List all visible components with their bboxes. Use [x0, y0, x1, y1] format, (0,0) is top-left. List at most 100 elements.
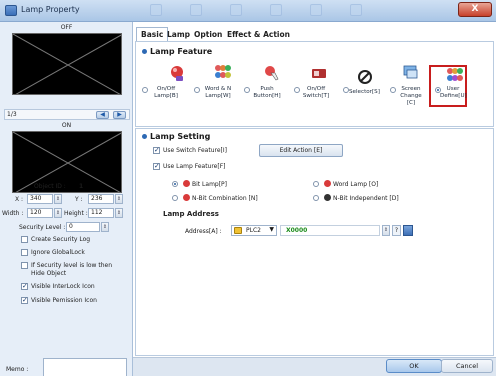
visible-permission-checkbox[interactable]: [21, 296, 28, 304]
height-input[interactable]: 112: [88, 208, 114, 218]
security-level-spinner[interactable]: ⇕: [101, 222, 109, 232]
onoff-switch-icon: [312, 69, 326, 78]
ignore-globallock-checkbox[interactable]: [21, 249, 28, 256]
screen-change-icon: [403, 65, 418, 79]
screen-change-label: Screen Change [C]: [400, 86, 422, 106]
nbit-combination-icon: [183, 194, 190, 201]
object-id-label: Object ID :: [34, 183, 66, 190]
security-level-label: Security Level :: [19, 224, 66, 231]
bit-lamp-label: Bit Lamp[P]: [192, 181, 228, 188]
use-switch-feature-label: Use Switch Feature[I]: [163, 147, 227, 154]
use-lamp-feature-checkbox[interactable]: [153, 162, 160, 170]
next-state-button[interactable]: ▶: [113, 111, 126, 119]
word-lamp-icon: [215, 65, 231, 78]
onoff-lamp-icon: [171, 66, 183, 81]
bullet-icon: [142, 134, 147, 139]
address-browse-icon[interactable]: [403, 225, 413, 236]
hide-object-label: If Security level is low then: [31, 262, 113, 269]
create-security-log-label: Create Security Log: [31, 236, 91, 243]
use-switch-feature-checkbox[interactable]: [153, 146, 160, 154]
toolbar-ghost-icon: [270, 4, 282, 16]
plc-icon: [234, 227, 242, 234]
toolbar-ghost-icon: [350, 4, 362, 16]
off-preview[interactable]: [12, 33, 122, 95]
memo-label: Memo :: [6, 366, 29, 373]
x-spinner[interactable]: ⇕: [54, 194, 62, 204]
y-label: Y :: [75, 196, 83, 203]
address-spinner[interactable]: ⇕: [382, 225, 390, 236]
radio-word-lamp-type[interactable]: [313, 181, 319, 187]
lamp-address-heading: Lamp Address: [163, 210, 219, 218]
edit-action-button[interactable]: Edit Action [E]: [259, 144, 343, 157]
off-label: OFF: [60, 24, 73, 31]
bullet-icon: [142, 49, 147, 54]
visible-interlock-label: Visible InterLock Icon: [31, 283, 95, 290]
hide-object-label-line2: Hide Object: [31, 270, 67, 277]
plc-value: PLC2: [246, 227, 261, 234]
address-label: Address[A] :: [185, 228, 222, 235]
push-button-icon: [265, 66, 279, 81]
radio-onoff-lamp[interactable]: [142, 87, 148, 93]
y-spinner[interactable]: ⇕: [115, 194, 123, 204]
user-define-icon: [447, 68, 463, 81]
object-id-value: 1: [79, 183, 84, 190]
memo-input[interactable]: [43, 358, 127, 376]
use-lamp-feature-label: Use Lamp Feature[F]: [163, 163, 226, 170]
user-define-label: User Define[U]: [440, 86, 467, 99]
address-help-icon[interactable]: ?: [392, 225, 401, 236]
selector-label: Selector[S]: [349, 89, 380, 95]
x-label: X :: [15, 196, 24, 203]
ignore-globallock-label: Ignore GlobalLock: [31, 249, 85, 256]
nbit-independent-icon: [324, 194, 331, 201]
address-input[interactable]: X0000: [280, 225, 380, 236]
width-spinner[interactable]: ⇕: [54, 208, 62, 218]
width-input[interactable]: 120: [27, 208, 53, 218]
y-input[interactable]: 236: [88, 194, 114, 204]
page-navigator: 1/3 ◀ ▶: [4, 109, 130, 120]
on-preview[interactable]: [12, 131, 122, 193]
lamp-feature-heading: Lamp Feature: [142, 47, 212, 56]
radio-nbit-combination[interactable]: [172, 195, 178, 201]
tab-option[interactable]: Option: [190, 28, 226, 41]
lamp-setting-heading: Lamp Setting: [142, 132, 210, 141]
hide-object-checkbox[interactable]: [21, 262, 28, 269]
bit-lamp-icon: [183, 180, 190, 187]
close-button[interactable]: X: [458, 2, 492, 17]
onoff-lamp-label: On/Off Lamp[B]: [154, 86, 178, 99]
word-lamp-type-label: Word Lamp [O]: [333, 181, 379, 188]
left-panel: OFF 1/3 ◀ ▶ ON Object ID : 1 X : 340 ⇕ Y…: [0, 22, 133, 376]
height-spinner[interactable]: ⇕: [115, 208, 123, 218]
radio-nbit-independent[interactable]: [313, 195, 319, 201]
tab-effect-action[interactable]: Effect & Action: [223, 28, 294, 41]
page-counter: 1/3: [7, 111, 17, 118]
nbit-combination-label: N-Bit Combination [N]: [192, 195, 258, 202]
x-input[interactable]: 340: [27, 194, 53, 204]
create-security-log-checkbox[interactable]: [21, 236, 28, 243]
toolbar-ghost-icon: [230, 4, 242, 16]
chevron-down-icon: ▼: [269, 226, 274, 233]
push-button-label: Push Button[H]: [253, 86, 281, 99]
window-title: Lamp Property: [21, 5, 80, 14]
nbit-independent-label: N-Bit Independent [D]: [333, 195, 399, 202]
visible-permission-label: Visible Pemission Icon: [31, 297, 97, 304]
address-value: X0000: [286, 227, 308, 234]
visible-interlock-checkbox[interactable]: [21, 282, 28, 290]
word-lamp-label: Word & N Lamp[W]: [204, 86, 232, 99]
word-lamp-type-icon: [324, 180, 331, 187]
toolbar-ghost-icon: [150, 4, 162, 16]
cancel-button[interactable]: Cancel: [441, 359, 493, 373]
selector-icon: [358, 70, 372, 84]
on-label: ON: [61, 122, 72, 129]
toolbar-ghost-icon: [190, 4, 202, 16]
ok-button[interactable]: OK: [386, 359, 442, 373]
security-level-input[interactable]: 0: [66, 222, 100, 232]
plc-dropdown[interactable]: PLC2 ▼: [231, 225, 277, 236]
height-label: Height :: [64, 210, 88, 217]
radio-word-lamp[interactable]: [194, 87, 200, 93]
title-bar: Lamp Property X: [0, 0, 496, 22]
radio-push-button[interactable]: [244, 87, 250, 93]
toolbar-ghost-icon: [310, 4, 322, 16]
width-label: Width :: [2, 210, 24, 217]
prev-state-button[interactable]: ◀: [96, 111, 109, 119]
radio-bit-lamp[interactable]: [172, 181, 178, 187]
